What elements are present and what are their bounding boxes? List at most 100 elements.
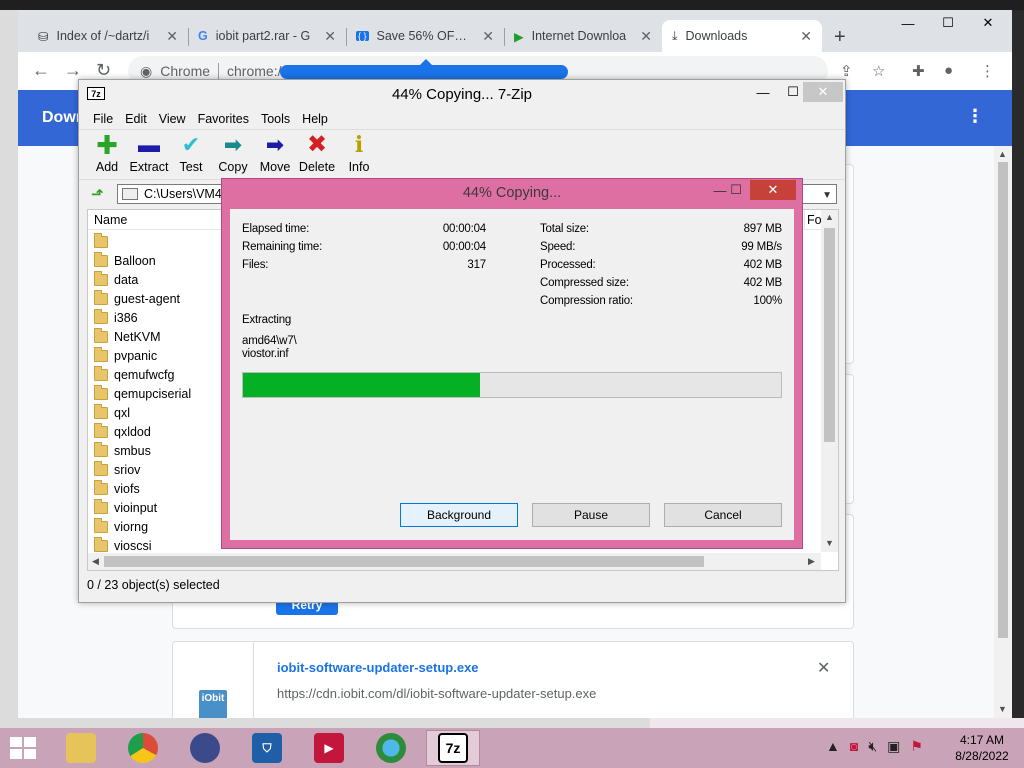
list-item[interactable]: data bbox=[94, 270, 138, 289]
system-tray: ▲ ◙ 🔇︎ ▣ ⚑ bbox=[826, 738, 923, 755]
list-item[interactable]: viofs bbox=[94, 479, 140, 498]
close-icon[interactable]: ✕ bbox=[482, 28, 494, 45]
list-item[interactable]: guest-agent bbox=[94, 289, 180, 308]
scroll-left-icon[interactable]: ◀ bbox=[92, 556, 99, 567]
copy-button[interactable]: ➡ Copy bbox=[211, 134, 255, 175]
menu-kebab-icon[interactable]: ⋮ bbox=[980, 62, 995, 80]
chevron-up-icon[interactable]: ▲ bbox=[826, 738, 840, 755]
list-item[interactable]: Balloon bbox=[94, 251, 156, 270]
taskbar-app-windows[interactable] bbox=[178, 730, 232, 766]
minimize-icon[interactable]: — bbox=[888, 12, 928, 34]
network-icon[interactable]: ▣ bbox=[887, 738, 900, 755]
tab-index-of-dartz[interactable]: ⛁ Index of /~dartz/i ✕ bbox=[28, 20, 188, 52]
taskbar-app-recorder[interactable]: ▶ bbox=[302, 730, 356, 766]
info-button[interactable]: i Info bbox=[337, 134, 381, 174]
list-item[interactable] bbox=[94, 232, 114, 251]
cancel-button[interactable]: Cancel bbox=[664, 503, 782, 527]
folder-name: pvpanic bbox=[114, 348, 158, 363]
close-icon[interactable]: ✕ bbox=[800, 28, 812, 45]
maximize-icon[interactable]: ☐ bbox=[718, 180, 754, 200]
recorder-tray-icon[interactable]: ◙ bbox=[850, 738, 858, 755]
close-icon[interactable]: ✕ bbox=[166, 28, 178, 45]
scroll-up-icon[interactable]: ▲ bbox=[825, 212, 834, 222]
file-icon: iObit bbox=[199, 690, 227, 720]
folder-up-icon[interactable]: ⬏ bbox=[91, 185, 104, 203]
scrollbar-thumb[interactable] bbox=[824, 228, 835, 442]
menu-favorites[interactable]: Favorites bbox=[192, 108, 255, 129]
menu-kebab-icon[interactable]: ⋮ bbox=[966, 106, 984, 127]
list-vertical-scrollbar[interactable]: ▲ ▼ bbox=[821, 210, 838, 552]
scroll-up-icon[interactable]: ▲ bbox=[998, 149, 1007, 159]
reload-icon[interactable]: ↻ bbox=[96, 60, 111, 81]
list-item[interactable]: qxldod bbox=[94, 422, 151, 441]
current-path: amd64\w7\ bbox=[242, 335, 297, 347]
copy-progress-dialog: 44% Copying... — ☐ ✕ Elapsed time: 00:00… bbox=[221, 178, 803, 549]
scroll-down-icon[interactable]: ▼ bbox=[825, 538, 834, 548]
bracket-icon: { } bbox=[356, 31, 369, 41]
taskbar-clock[interactable]: 4:17 AM 8/28/2022 bbox=[946, 732, 1018, 764]
menu-edit[interactable]: Edit bbox=[119, 108, 153, 129]
forward-arrow-icon[interactable]: → bbox=[64, 60, 82, 81]
play-icon: ▶ bbox=[514, 29, 524, 44]
bookmark-star-icon[interactable]: ☆ bbox=[872, 62, 885, 80]
background-button[interactable]: Background bbox=[400, 503, 518, 527]
new-tab-plus-icon[interactable]: + bbox=[834, 26, 846, 49]
profile-avatar-icon[interactable]: ● bbox=[944, 62, 953, 79]
list-item[interactable]: qxl bbox=[94, 403, 130, 422]
menu-tools[interactable]: Tools bbox=[255, 108, 296, 129]
scroll-down-icon[interactable]: ▼ bbox=[998, 704, 1007, 714]
notification-icon[interactable]: ⚑ bbox=[910, 738, 923, 755]
list-horizontal-scrollbar[interactable]: ◀ ▶ bbox=[88, 553, 821, 570]
taskbar-app-shield[interactable]: ⛉ bbox=[240, 730, 294, 766]
download-file-url[interactable]: https://cdn.iobit.com/dl/iobit-software-… bbox=[277, 686, 596, 701]
tab-save-56-off[interactable]: { } Save 56% OFF on ✕ bbox=[346, 20, 504, 52]
list-item[interactable]: smbus bbox=[94, 441, 151, 460]
close-icon[interactable]: ✕ bbox=[750, 180, 796, 200]
extensions-puzzle-icon[interactable]: ✚ bbox=[912, 62, 925, 80]
test-button[interactable]: ✔ Test bbox=[169, 134, 213, 175]
extract-button[interactable]: ▬ Extract bbox=[127, 134, 171, 175]
tab-iobit-part2[interactable]: G iobit part2.rar - G ✕ bbox=[188, 20, 346, 52]
folder-icon bbox=[94, 346, 108, 362]
download-file-name-link[interactable]: iobit-software-updater-setup.exe bbox=[277, 660, 479, 675]
sevenzip-titlebar: 7z 44% Copying... 7-Zip — ☐ ✕ bbox=[79, 80, 845, 108]
close-icon[interactable]: ✕ bbox=[324, 28, 336, 45]
list-item[interactable]: qemufwcfg bbox=[94, 365, 174, 384]
share-icon[interactable]: ⇪ bbox=[840, 62, 853, 80]
list-item[interactable]: vioinput bbox=[94, 498, 157, 517]
scroll-right-icon[interactable]: ▶ bbox=[808, 556, 815, 567]
delete-button[interactable]: ✖ Delete bbox=[295, 133, 339, 175]
add-button[interactable]: ✚ Add bbox=[85, 132, 129, 174]
close-icon[interactable]: ✕ bbox=[640, 28, 652, 45]
back-arrow-icon[interactable]: ← bbox=[32, 60, 50, 81]
chevron-down-icon[interactable]: ▼ bbox=[822, 187, 832, 205]
close-icon[interactable]: ✕ bbox=[817, 658, 830, 678]
menu-view[interactable]: View bbox=[153, 108, 192, 129]
folder-icon bbox=[94, 270, 108, 286]
google-icon: G bbox=[198, 29, 208, 43]
windows-start-icon[interactable] bbox=[10, 737, 38, 759]
taskbar-file-explorer[interactable] bbox=[54, 730, 108, 766]
list-item[interactable]: viorng bbox=[94, 517, 148, 536]
scrollbar-thumb[interactable] bbox=[998, 162, 1008, 638]
list-item[interactable]: NetKVM bbox=[94, 327, 161, 346]
tab-downloads[interactable]: ⤓ Downloads ✕ bbox=[662, 20, 822, 52]
list-item[interactable]: pvpanic bbox=[94, 346, 157, 365]
move-button[interactable]: ➡ Move bbox=[253, 134, 297, 175]
menu-help[interactable]: Help bbox=[296, 108, 334, 129]
taskbar-internet-download-manager[interactable] bbox=[364, 730, 418, 766]
taskbar-7-zip[interactable]: 7z bbox=[426, 730, 480, 766]
menu-file[interactable]: File bbox=[87, 108, 119, 129]
list-item[interactable]: i386 bbox=[94, 308, 138, 327]
list-item[interactable]: sriov bbox=[94, 460, 140, 479]
maximize-icon[interactable]: ☐ bbox=[928, 12, 968, 34]
list-item[interactable]: qemupciserial bbox=[94, 384, 191, 403]
taskbar-chrome[interactable] bbox=[116, 730, 170, 766]
close-icon[interactable]: ✕ bbox=[803, 82, 843, 102]
pause-button[interactable]: Pause bbox=[532, 503, 650, 527]
tab-internet-download-manager[interactable]: ▶ Internet Downloa ✕ bbox=[504, 20, 662, 52]
volume-muted-icon[interactable]: 🔇︎ bbox=[868, 738, 877, 755]
page-scrollbar[interactable]: ▲ ▼ bbox=[994, 146, 1012, 718]
scrollbar-thumb[interactable] bbox=[104, 556, 704, 567]
close-icon[interactable]: ✕ bbox=[968, 12, 1008, 34]
